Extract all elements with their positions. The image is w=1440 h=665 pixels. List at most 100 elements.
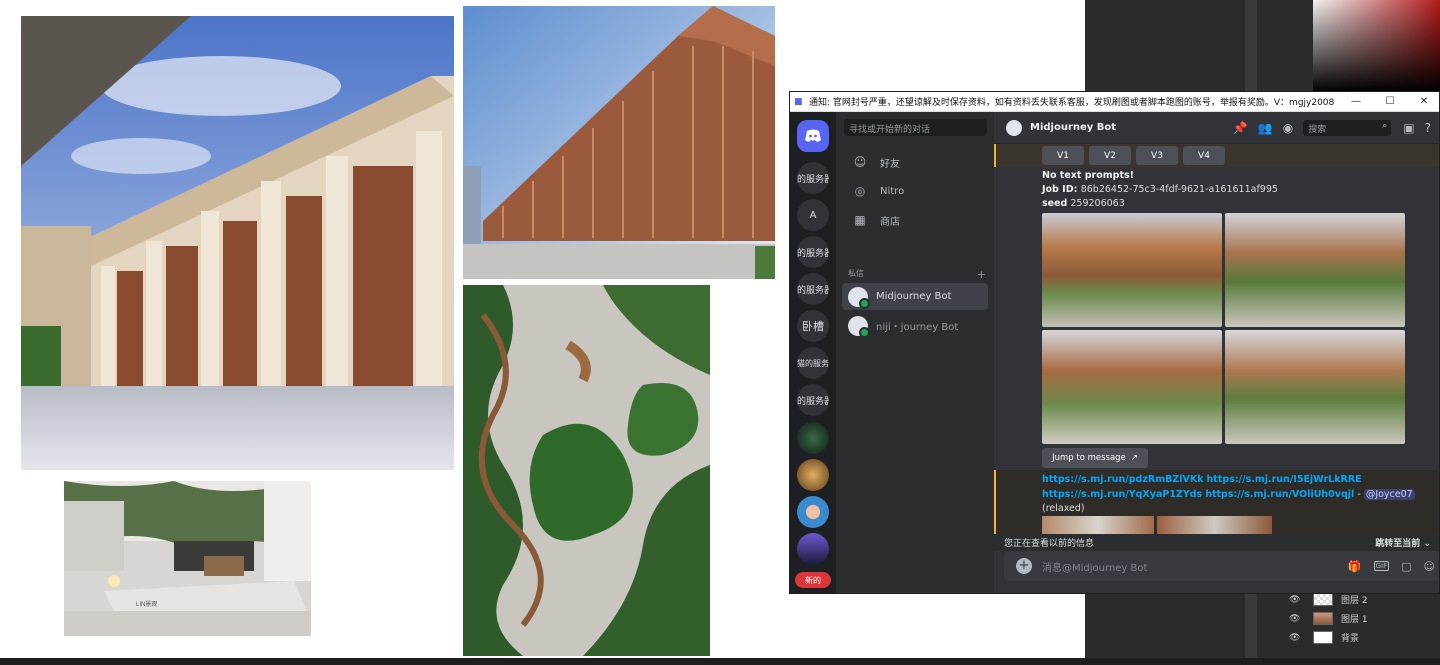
generated-image[interactable] xyxy=(1042,213,1222,327)
server-icon[interactable]: 的服务器 xyxy=(797,236,829,268)
attachment-thumbnails xyxy=(1042,516,1282,534)
layer-name: 图层 1 xyxy=(1341,615,1368,625)
dash: - xyxy=(1357,489,1361,500)
message-line: https://s.mj.run/YqXyaP1ZYds https://s.m… xyxy=(1042,489,1415,500)
inbox-icon[interactable]: ▣ xyxy=(1403,121,1414,135)
attachment-image[interactable] xyxy=(1042,516,1154,534)
server-image-icon[interactable] xyxy=(797,459,829,491)
eye-icon[interactable]: 👁 xyxy=(1289,633,1303,643)
gif-button[interactable]: GIF xyxy=(1373,561,1390,571)
message-list: V1 V2 V3 V4 No text prompts! Job ID: 86b… xyxy=(994,144,1439,534)
gift-icon[interactable]: 🎁 xyxy=(1348,560,1362,573)
nitro-icon: ◎ xyxy=(854,184,866,198)
generated-image[interactable] xyxy=(1042,330,1222,444)
close-button[interactable]: ✕ xyxy=(1407,96,1439,107)
pin-icon[interactable]: 📌 xyxy=(1233,121,1248,135)
classical-colonnade-photo xyxy=(21,16,454,470)
chevron-down-icon: ⌄ xyxy=(1423,539,1431,549)
search-placeholder: 搜索 xyxy=(1308,125,1327,135)
message-composer[interactable]: + 消息@Midjourney Bot 🎁 GIF ▢ ☺ xyxy=(1004,551,1439,581)
server-image-icon[interactable] xyxy=(797,496,829,528)
server-icon[interactable]: A xyxy=(797,199,829,231)
server-icon[interactable]: 卧槽 xyxy=(797,310,829,342)
seed-value: 259206063 xyxy=(1070,198,1125,209)
seed-label: seed xyxy=(1042,198,1068,209)
v2-button[interactable]: V2 xyxy=(1089,146,1131,165)
discord-home-button[interactable] xyxy=(797,120,829,152)
job-label: Job ID xyxy=(1042,184,1074,195)
courtyard-caption: LIN景观 xyxy=(136,602,158,608)
dm-sidebar: 寻找或开始新的对话 ☺ 好友 ◎ Nitro ▦ 商店 私信 + Midjourney … xyxy=(836,112,994,593)
link[interactable]: https://s.mj.run/VOliUh0vqjl xyxy=(1205,489,1354,500)
shop-icon: ▦ xyxy=(854,213,866,227)
color-picker-field[interactable] xyxy=(1313,0,1440,92)
chat-title: Midjourney Bot xyxy=(1030,122,1117,133)
server-icon[interactable]: 的服务器 xyxy=(797,273,829,305)
server-image-icon[interactable] xyxy=(797,533,829,565)
eye-icon[interactable]: 👁 xyxy=(1289,614,1303,624)
serpentine-garden-photo xyxy=(463,285,710,656)
dm-item-niji[interactable]: niji・journey Bot xyxy=(842,312,988,339)
attachment-image[interactable] xyxy=(1157,516,1272,534)
minimize-button[interactable]: — xyxy=(1339,96,1373,107)
link[interactable]: https://s.mj.run/YqXyaP1ZYds xyxy=(1042,489,1202,500)
user-mention[interactable]: @Joyce07 xyxy=(1363,489,1415,500)
layer-thumbnail xyxy=(1313,612,1333,625)
layer-thumbnail xyxy=(1313,631,1333,644)
image-grid xyxy=(1042,213,1406,445)
message-line: (relaxed) xyxy=(1042,503,1085,514)
maximize-button[interactable]: ☐ xyxy=(1373,96,1407,107)
v4-button[interactable]: V4 xyxy=(1183,146,1225,165)
external-link-icon: ↗ xyxy=(1130,453,1138,463)
server-list: 的服务器 A 的服务器 的服务器 卧槽 猫的服务器 的服务器 新的 xyxy=(790,112,836,593)
add-dm-button[interactable]: + xyxy=(977,268,986,281)
generated-image[interactable] xyxy=(1225,330,1405,444)
layer-row[interactable]: 👁 背景 xyxy=(1285,628,1440,647)
add-friend-icon[interactable]: 👥 xyxy=(1258,121,1273,135)
server-icon[interactable]: 猫的服务器 xyxy=(797,347,829,379)
nav-shop[interactable]: ▦ 商店 xyxy=(842,207,988,233)
v1-button[interactable]: V1 xyxy=(1042,146,1084,165)
terracotta-facade-photo xyxy=(463,6,775,279)
profile-icon[interactable]: ◉ xyxy=(1283,121,1293,135)
nav-nitro[interactable]: ◎ Nitro xyxy=(842,178,988,204)
message-line: https://s.mj.run/pdzRmBZlVKk https://s.m… xyxy=(1042,474,1362,485)
sticker-icon[interactable]: ▢ xyxy=(1401,560,1411,573)
layer-row[interactable]: 👁 图层 1 xyxy=(1285,609,1440,628)
courtyard-photo: LIN景观 xyxy=(64,481,311,636)
app-logo-icon: ■ xyxy=(794,96,803,107)
add-attachment-button[interactable]: + xyxy=(1016,558,1032,574)
dm-section-header: 私信 + xyxy=(848,268,986,281)
eye-icon[interactable]: 👁 xyxy=(1289,595,1303,605)
message-line: seed 259206063 xyxy=(1042,198,1125,209)
dm-search-input[interactable]: 寻找或开始新的对话 xyxy=(844,119,987,136)
server-icon[interactable]: 的服务器 xyxy=(797,162,829,194)
dm-item-midjourney[interactable]: Midjourney Bot xyxy=(842,283,988,310)
layer-name: 图层 2 xyxy=(1341,596,1368,606)
friends-icon: ☺ xyxy=(853,155,867,169)
generated-image[interactable] xyxy=(1225,213,1405,327)
avatar xyxy=(848,315,870,338)
jump-to-message-button[interactable]: Jump to message ↗ xyxy=(1042,448,1148,468)
new-badge[interactable]: 新的 xyxy=(795,572,831,588)
jump-present-label: 跳转至当前 xyxy=(1375,539,1421,549)
link[interactable]: https://s.mj.run/I5EjWrLkRRE xyxy=(1207,474,1362,485)
nav-friends[interactable]: ☺ 好友 xyxy=(842,149,988,175)
link[interactable]: https://s.mj.run/pdzRmBZlVKk xyxy=(1042,474,1204,485)
help-icon[interactable]: ? xyxy=(1425,121,1431,135)
server-image-icon[interactable] xyxy=(797,422,829,454)
layers-panel: 👁 图层 2 👁 图层 1 👁 背景 xyxy=(1285,590,1440,650)
message-line: No text prompts! xyxy=(1042,170,1134,181)
nav-label: 好友 xyxy=(880,158,900,170)
no-prompt-text: No text prompts! xyxy=(1042,170,1134,181)
discord-logo-icon xyxy=(805,129,821,142)
chat-search-input[interactable]: 搜索 ⌕ xyxy=(1303,120,1392,136)
jump-to-present-button[interactable]: 跳转至当前 ⌄ xyxy=(1375,536,1431,549)
composer-toolbar: 🎁 GIF ▢ ☺ xyxy=(1336,551,1435,581)
v3-button[interactable]: V3 xyxy=(1136,146,1178,165)
emoji-icon[interactable]: ☺ xyxy=(1424,560,1435,573)
server-icon[interactable]: 的服务器 xyxy=(797,384,829,416)
avatar xyxy=(1006,119,1022,136)
taskbar-strip xyxy=(0,658,1440,665)
chat-header: Midjourney Bot 📌 👥 ◉ 搜索 ⌕ ▣ ? xyxy=(994,112,1439,144)
